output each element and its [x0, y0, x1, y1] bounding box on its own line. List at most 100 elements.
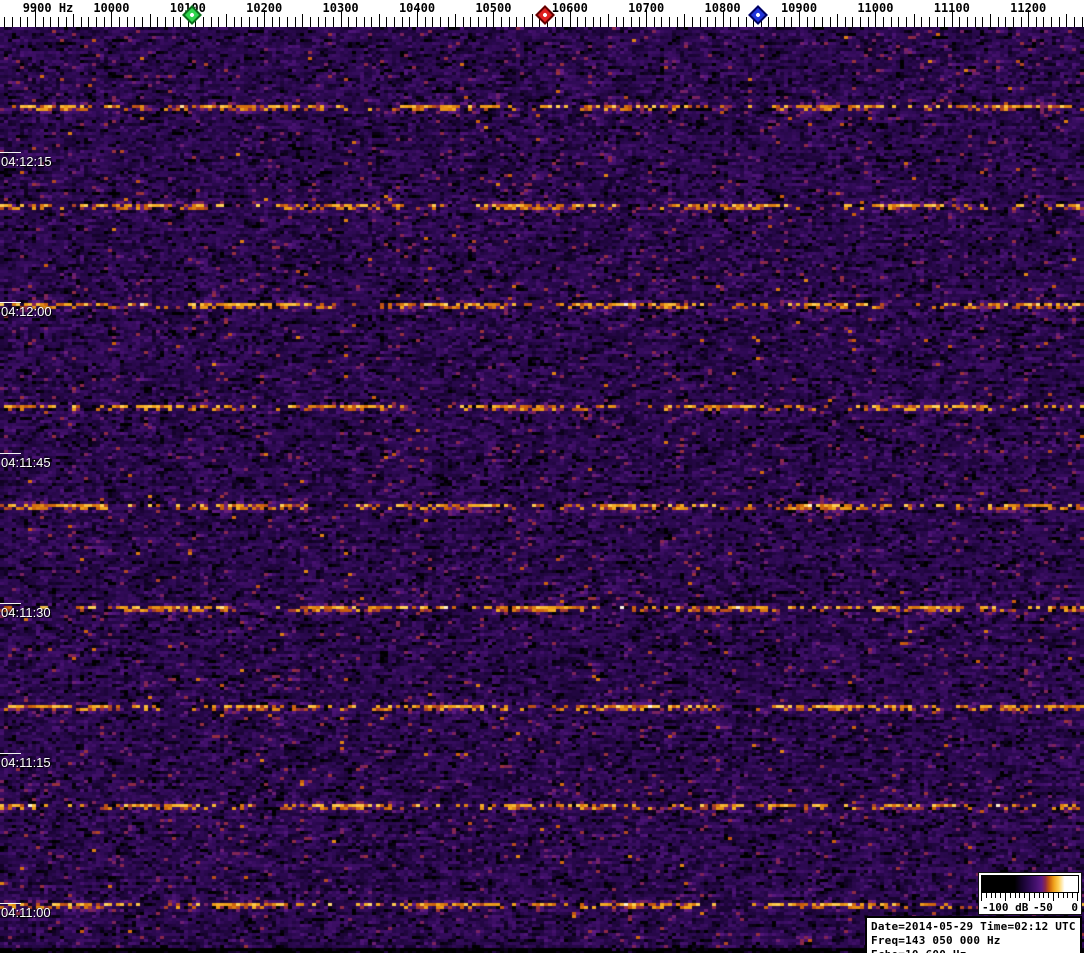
time-tick [0, 903, 21, 904]
freq-label: 10600 [551, 1, 588, 15]
freq-tick [1051, 17, 1052, 27]
freq-tick [486, 17, 487, 27]
freq-tick [218, 17, 219, 27]
info-box: Date=2014-05-29 Time=02:12 UTC Freq=143 … [865, 916, 1082, 953]
colorbar-label-mid: -50 [1033, 901, 1053, 914]
freq-tick [333, 17, 334, 27]
colorbar-legend: -100 dB -50 0 [978, 872, 1082, 915]
marker-blue[interactable] [748, 5, 768, 25]
freq-tick [669, 17, 670, 27]
freq-tick [1082, 17, 1083, 27]
info-line-echo: Echo=10 600 Hz [871, 948, 1076, 953]
freq-tick [944, 17, 945, 27]
freq-tick [555, 17, 556, 27]
freq-label: 11200 [1010, 1, 1047, 15]
freq-tick [845, 17, 846, 27]
spectrogram-screen: 9900 Hz100001010010200103001040010500106… [0, 0, 1084, 953]
freq-label: 10900 [780, 1, 818, 15]
waterfall-canvas [0, 27, 1084, 953]
colorbar-ticks [981, 893, 1079, 901]
freq-tick [66, 17, 67, 27]
freq-tick [43, 17, 44, 27]
time-tick [0, 603, 21, 604]
freq-tick [463, 17, 464, 27]
freq-tick [279, 17, 280, 27]
freq-tick [608, 14, 609, 27]
freq-tick [295, 17, 296, 27]
freq-tick [302, 14, 303, 27]
freq-label: 10400 [398, 1, 436, 15]
freq-tick [356, 17, 357, 27]
freq-tick [12, 17, 13, 27]
time-label: 04:12:00 [1, 304, 52, 319]
freq-label: 9900 Hz [22, 1, 74, 15]
freq-tick [593, 17, 594, 27]
freq-tick [73, 14, 74, 27]
freq-tick [768, 17, 769, 27]
colorbar-label-min: -100 dB [982, 901, 1029, 914]
freq-tick [532, 14, 533, 27]
freq-tick [929, 17, 930, 27]
freq-tick [937, 17, 938, 27]
freq-tick [119, 17, 120, 27]
freq-tick [234, 17, 235, 27]
freq-tick [898, 17, 899, 27]
time-label: 04:11:00 [1, 905, 51, 920]
freq-label: 10000 [93, 1, 130, 15]
freq-tick [203, 17, 204, 27]
freq-tick [249, 17, 250, 27]
freq-tick [891, 17, 892, 27]
freq-tick [677, 17, 678, 27]
freq-tick [1021, 17, 1022, 27]
freq-tick [1013, 17, 1014, 27]
freq-tick [96, 17, 97, 27]
freq-tick [501, 17, 502, 27]
freq-tick [631, 17, 632, 27]
freq-tick [562, 17, 563, 27]
freq-tick [998, 17, 999, 27]
freq-tick [440, 17, 441, 27]
freq-tick [142, 17, 143, 27]
marker-center-dot [755, 12, 761, 18]
freq-tick [975, 17, 976, 27]
freq-tick [104, 17, 105, 27]
freq-tick [982, 17, 983, 27]
freq-label: 10800 [704, 1, 741, 15]
info-line-date: Date=2014-05-29 Time=02:12 UTC [871, 920, 1076, 933]
freq-tick [257, 17, 258, 27]
freq-label: 10300 [322, 1, 359, 15]
freq-tick [692, 17, 693, 27]
freq-tick [402, 17, 403, 27]
freq-tick [386, 17, 387, 27]
freq-tick [524, 17, 525, 27]
freq-tick [700, 17, 701, 27]
freq-tick [906, 17, 907, 27]
freq-tick [241, 17, 242, 27]
freq-tick [226, 14, 227, 27]
freq-tick [830, 17, 831, 27]
freq-tick [1059, 17, 1060, 27]
freq-tick [81, 17, 82, 27]
freq-tick [272, 17, 273, 27]
freq-tick [746, 17, 747, 27]
freq-tick [157, 17, 158, 27]
freq-tick [287, 17, 288, 27]
freq-label: 10500 [475, 1, 512, 15]
freq-tick [776, 17, 777, 27]
freq-tick [165, 17, 166, 27]
freq-tick [623, 17, 624, 27]
colorbar-label-max: 0 [1071, 901, 1078, 914]
freq-tick [616, 17, 617, 27]
freq-tick [784, 17, 785, 27]
time-tick [0, 453, 21, 454]
freq-tick [58, 17, 59, 27]
freq-tick [318, 17, 319, 27]
freq-tick [837, 14, 838, 27]
freq-tick [807, 17, 808, 27]
freq-tick [600, 17, 601, 27]
freq-tick [1066, 14, 1067, 27]
freq-label: 10700 [628, 1, 665, 15]
freq-tick [1074, 17, 1075, 27]
freq-tick [379, 14, 380, 27]
freq-tick [822, 17, 823, 27]
